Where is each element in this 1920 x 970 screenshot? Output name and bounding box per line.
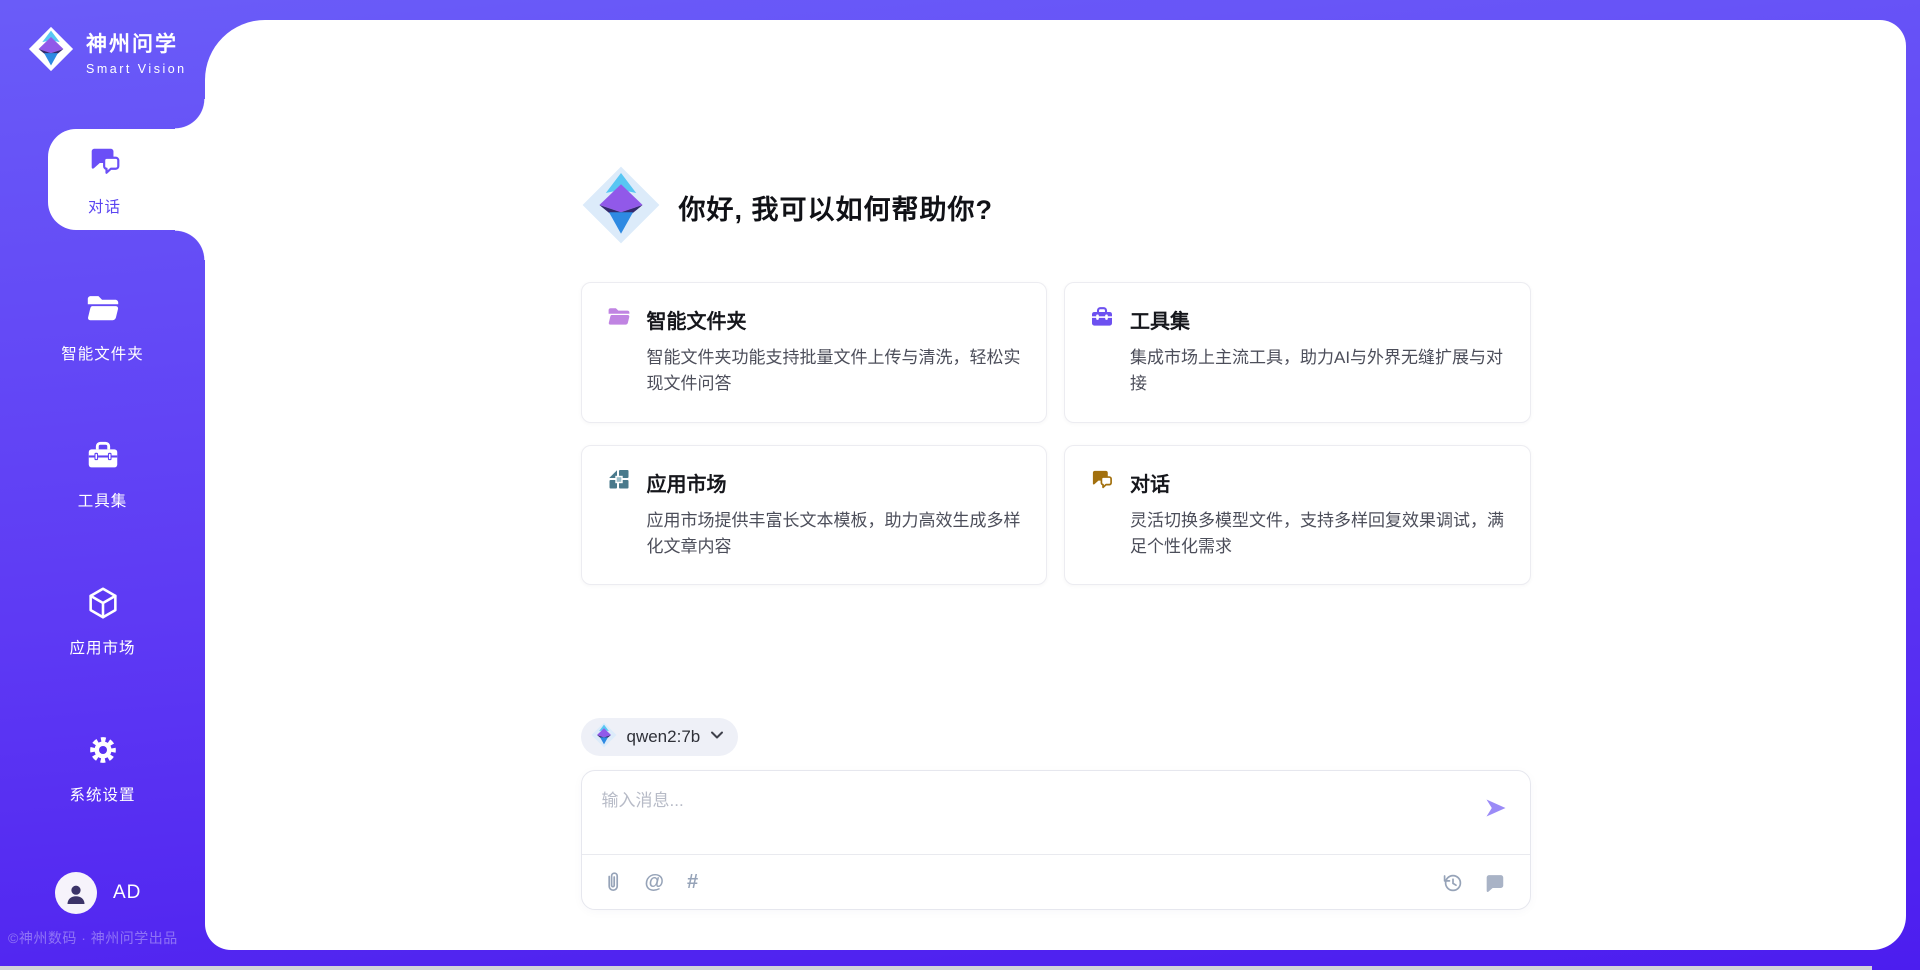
sidebar-item-label: 对话 <box>88 195 121 217</box>
sidebar-item-label: 智能文件夹 <box>61 342 144 364</box>
gear-icon <box>84 731 122 774</box>
briefcase-icon <box>1089 304 1115 335</box>
card-description: 灵活切换多模型文件，支持多样回复效果调试，满足个性化需求 <box>1130 508 1506 561</box>
horizontal-scrollbar[interactable] <box>0 966 1872 970</box>
card-title: 对话 <box>1130 468 1170 497</box>
card-app-market[interactable]: 应用市场 应用市场提供丰富长文本模板，助力高效生成多样化文章内容 <box>581 445 1048 586</box>
feedback-bubble-icon <box>1483 871 1506 894</box>
sidebar-nav: 对话 智能文件夹 <box>0 129 205 864</box>
greeting-title: 你好, 我可以如何帮助你? <box>679 188 994 227</box>
send-icon <box>1484 797 1508 819</box>
folder-icon <box>84 290 122 333</box>
brand-name: 神州问学 <box>86 28 187 58</box>
diamond-logo-icon <box>581 165 661 250</box>
app-grid-icon <box>606 467 632 498</box>
cube-icon <box>84 584 122 627</box>
sidebar-item-app-market[interactable]: 应用市场 <box>0 570 205 671</box>
card-title: 应用市场 <box>647 468 727 497</box>
card-title: 工具集 <box>1130 305 1190 334</box>
brand: 神州问学 Smart Vision <box>28 26 187 77</box>
sidebar-item-label: 应用市场 <box>69 636 135 658</box>
toolbox-icon <box>84 437 122 480</box>
mention-icon: @ <box>645 871 665 894</box>
sidebar-item-toolset[interactable]: 工具集 <box>0 423 205 524</box>
brand-diamond-logo-icon <box>28 26 74 77</box>
avatar <box>55 872 97 914</box>
composer-area: qwen2:7b <box>581 718 1531 910</box>
history-icon <box>1440 870 1465 895</box>
send-button[interactable] <box>1484 797 1508 822</box>
topic-icon: # <box>687 871 698 894</box>
sidebar-item-chat[interactable]: 对话 <box>48 129 205 230</box>
card-description: 应用市场提供丰富长文本模板，助力高效生成多样化文章内容 <box>647 508 1023 561</box>
main-panel: 你好, 我可以如何帮助你? 智能文件夹 智能文件夹功能支持批量文件上传与清洗，轻… <box>205 20 1906 950</box>
sidebar-item-smart-folder[interactable]: 智能文件夹 <box>0 276 205 377</box>
chat-bubbles-icon <box>1089 467 1115 498</box>
model-name: qwen2:7b <box>627 727 701 747</box>
card-chat[interactable]: 对话 灵活切换多模型文件，支持多样回复效果调试，满足个性化需求 <box>1064 445 1531 586</box>
mention-button[interactable]: @ <box>645 871 665 894</box>
card-description: 集成市场上主流工具，助力AI与外界无缝扩展与对接 <box>1130 345 1506 398</box>
model-diamond-logo-icon <box>591 722 617 753</box>
card-toolset[interactable]: 工具集 集成市场上主流工具，助力AI与外界无缝扩展与对接 <box>1064 282 1531 423</box>
message-input[interactable] <box>602 786 1432 844</box>
topic-button[interactable]: # <box>687 871 698 894</box>
card-description: 智能文件夹功能支持批量文件上传与清洗，轻松实现文件问答 <box>647 345 1023 398</box>
copyright-text: ©神州数码 · 神州问学出品 <box>8 928 178 948</box>
chat-bubbles-icon <box>86 143 124 186</box>
sidebar-item-label: 工具集 <box>78 489 128 511</box>
card-title: 智能文件夹 <box>647 305 747 334</box>
chevron-down-icon <box>710 728 724 746</box>
sidebar-item-label: 系统设置 <box>69 783 135 805</box>
user-account[interactable]: AD <box>55 872 141 914</box>
welcome-header: 你好, 我可以如何帮助你? <box>581 20 1531 250</box>
folder-icon <box>606 304 632 335</box>
attachment-icon <box>604 870 622 894</box>
history-button[interactable] <box>1440 870 1465 895</box>
sidebar-item-settings[interactable]: 系统设置 <box>0 717 205 818</box>
person-avatar-icon <box>63 880 89 906</box>
feedback-button[interactable] <box>1483 871 1506 894</box>
model-selector[interactable]: qwen2:7b <box>581 718 739 756</box>
message-composer: @ # <box>581 770 1531 910</box>
card-smart-folder[interactable]: 智能文件夹 智能文件夹功能支持批量文件上传与清洗，轻松实现文件问答 <box>581 282 1048 423</box>
sidebar: 神州问学 Smart Vision 对话 智能文件夹 <box>0 0 205 970</box>
brand-subtitle: Smart Vision <box>86 62 187 76</box>
user-name: AD <box>113 882 141 904</box>
attachment-button[interactable] <box>604 870 622 894</box>
feature-cards: 智能文件夹 智能文件夹功能支持批量文件上传与清洗，轻松实现文件问答 <box>581 282 1531 585</box>
composer-toolbar: @ # <box>604 855 1506 909</box>
